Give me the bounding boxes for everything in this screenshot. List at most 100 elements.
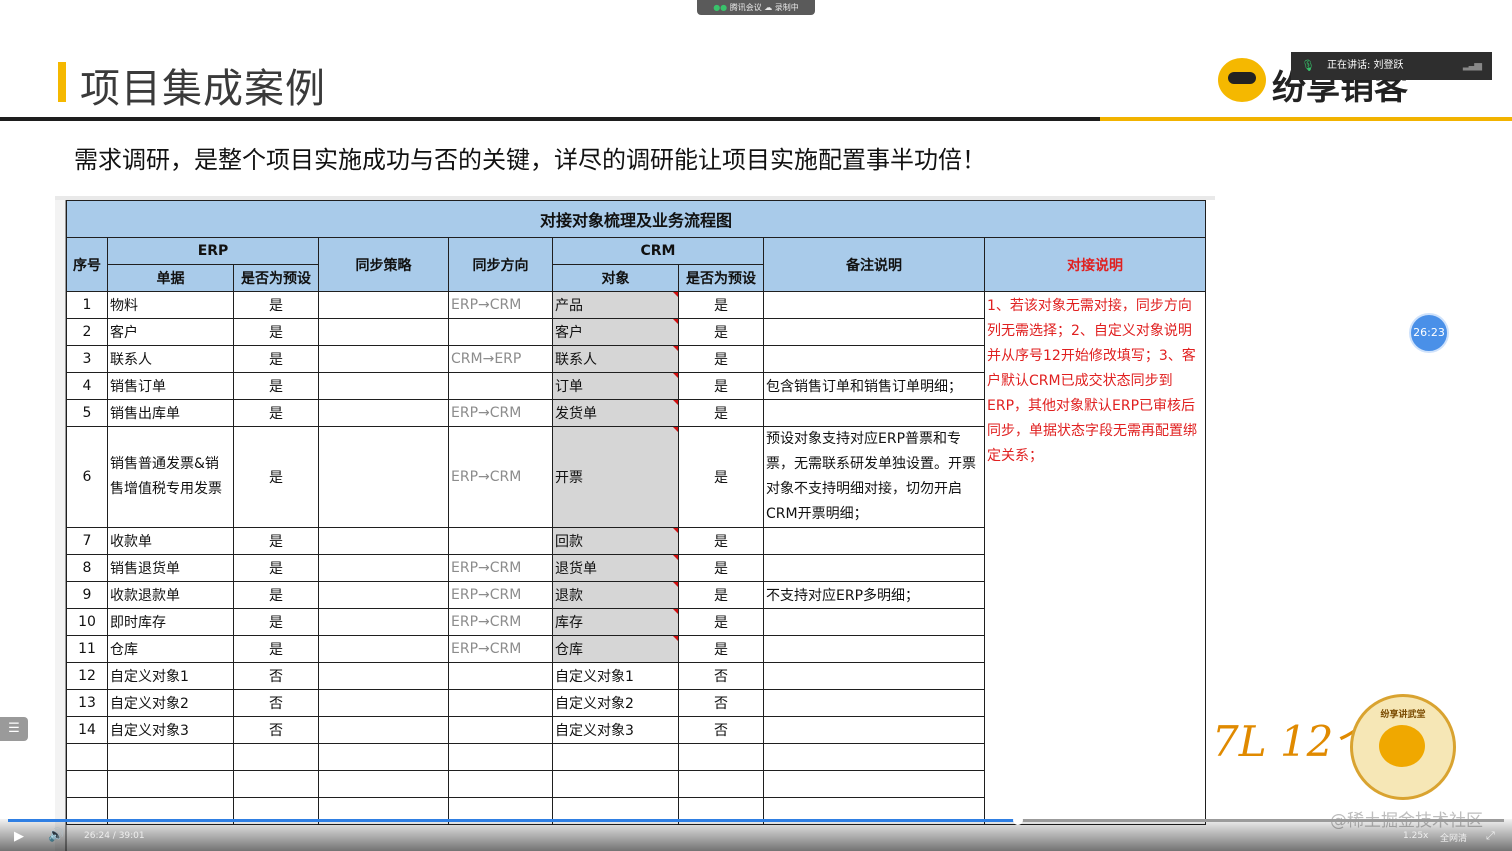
row-remark[interactable] bbox=[763, 318, 985, 346]
row-sync-strategy[interactable] bbox=[318, 345, 449, 373]
row-erp-doc[interactable]: 仓库 bbox=[107, 635, 234, 663]
row-sync-strategy[interactable] bbox=[318, 635, 449, 663]
row-erp-preset[interactable]: 是 bbox=[233, 608, 319, 636]
row-sync-strategy[interactable] bbox=[318, 527, 449, 555]
empty-cell[interactable] bbox=[318, 743, 449, 771]
row-seq[interactable]: 6 bbox=[66, 426, 108, 528]
row-sync-direction[interactable] bbox=[448, 527, 553, 555]
row-remark[interactable] bbox=[763, 399, 985, 427]
row-erp-doc[interactable]: 销售普通发票&销售增值税专用发票 bbox=[107, 426, 234, 528]
row-erp-doc[interactable]: 客户 bbox=[107, 318, 234, 346]
row-sync-direction[interactable]: ERP→CRM bbox=[448, 399, 553, 427]
row-sync-direction[interactable]: ERP→CRM bbox=[448, 581, 553, 609]
row-sync-strategy[interactable] bbox=[318, 716, 449, 744]
row-erp-preset[interactable]: 否 bbox=[233, 689, 319, 717]
row-erp-preset[interactable]: 否 bbox=[233, 662, 319, 690]
empty-cell[interactable] bbox=[678, 743, 764, 771]
row-erp-preset[interactable]: 是 bbox=[233, 372, 319, 400]
row-seq[interactable]: 5 bbox=[66, 399, 108, 427]
empty-cell[interactable] bbox=[763, 770, 985, 798]
empty-cell[interactable] bbox=[678, 770, 764, 798]
meeting-status-pill[interactable]: ●● 腾讯会议 ☁ 录制中 bbox=[697, 0, 815, 15]
progress-bar[interactable] bbox=[8, 815, 1504, 825]
row-erp-preset[interactable]: 是 bbox=[233, 581, 319, 609]
speed-button[interactable]: 1.25x bbox=[1403, 831, 1428, 841]
row-erp-preset[interactable]: 是 bbox=[233, 345, 319, 373]
row-crm-preset[interactable]: 否 bbox=[678, 689, 764, 717]
row-crm-preset[interactable]: 是 bbox=[678, 426, 764, 528]
progress-knob[interactable] bbox=[1012, 815, 1023, 825]
row-sync-direction[interactable] bbox=[448, 716, 553, 744]
empty-cell[interactable] bbox=[448, 770, 553, 798]
row-sync-strategy[interactable] bbox=[318, 554, 449, 582]
row-crm-object[interactable]: 库存 bbox=[552, 608, 679, 636]
row-erp-preset[interactable]: 是 bbox=[233, 399, 319, 427]
row-crm-object[interactable]: 联系人 bbox=[552, 345, 679, 373]
row-sync-strategy[interactable] bbox=[318, 689, 449, 717]
row-sync-direction[interactable]: ERP→CRM bbox=[448, 608, 553, 636]
row-crm-object[interactable]: 回款 bbox=[552, 527, 679, 555]
row-erp-doc[interactable]: 自定义对象3 bbox=[107, 716, 234, 744]
row-erp-doc[interactable]: 联系人 bbox=[107, 345, 234, 373]
row-sync-direction[interactable]: ERP→CRM bbox=[448, 554, 553, 582]
row-crm-object[interactable]: 自定义对象1 bbox=[552, 662, 679, 690]
row-sync-direction[interactable] bbox=[448, 372, 553, 400]
row-sync-strategy[interactable] bbox=[318, 581, 449, 609]
row-crm-object[interactable]: 产品 bbox=[552, 291, 679, 319]
row-remark[interactable]: 包含销售订单和销售订单明细； bbox=[763, 372, 985, 400]
row-erp-doc[interactable]: 收款单 bbox=[107, 527, 234, 555]
row-erp-doc[interactable]: 自定义对象2 bbox=[107, 689, 234, 717]
list-toggle-icon[interactable]: ☰ bbox=[0, 717, 28, 741]
row-crm-object[interactable]: 开票 bbox=[552, 426, 679, 528]
fullscreen-icon[interactable]: ⤢ bbox=[1486, 829, 1495, 843]
row-crm-preset[interactable]: 是 bbox=[678, 372, 764, 400]
row-sync-direction[interactable]: ERP→CRM bbox=[448, 426, 553, 528]
row-crm-object[interactable]: 退货单 bbox=[552, 554, 679, 582]
row-erp-doc[interactable]: 即时库存 bbox=[107, 608, 234, 636]
row-crm-object[interactable]: 客户 bbox=[552, 318, 679, 346]
row-remark[interactable] bbox=[763, 345, 985, 373]
row-erp-doc[interactable]: 自定义对象1 bbox=[107, 662, 234, 690]
row-seq[interactable]: 13 bbox=[66, 689, 108, 717]
row-seq[interactable]: 8 bbox=[66, 554, 108, 582]
empty-cell[interactable] bbox=[66, 743, 108, 771]
empty-cell[interactable] bbox=[66, 770, 108, 798]
row-remark[interactable] bbox=[763, 716, 985, 744]
row-remark[interactable] bbox=[763, 527, 985, 555]
volume-icon[interactable]: 🔊 bbox=[48, 828, 64, 843]
row-seq[interactable]: 14 bbox=[66, 716, 108, 744]
row-crm-preset[interactable]: 否 bbox=[678, 662, 764, 690]
row-crm-object[interactable]: 退款 bbox=[552, 581, 679, 609]
row-seq[interactable]: 1 bbox=[66, 291, 108, 319]
integration-notes[interactable]: 1、若该对象无需对接，同步方向列无需选择；2、自定义对象说明并从序号12开始修改… bbox=[984, 291, 1206, 825]
row-remark[interactable]: 预设对象支持对应ERP普票和专票，无需联系研发单独设置。开票对象不支持明细对接，… bbox=[763, 426, 985, 528]
row-remark[interactable] bbox=[763, 608, 985, 636]
row-sync-direction[interactable] bbox=[448, 662, 553, 690]
timer-badge[interactable]: 26:23 bbox=[1409, 313, 1449, 353]
row-sync-strategy[interactable] bbox=[318, 399, 449, 427]
row-seq[interactable]: 7 bbox=[66, 527, 108, 555]
row-crm-object[interactable]: 自定义对象3 bbox=[552, 716, 679, 744]
row-erp-preset[interactable]: 是 bbox=[233, 635, 319, 663]
row-sync-strategy[interactable] bbox=[318, 426, 449, 528]
row-crm-object[interactable]: 仓库 bbox=[552, 635, 679, 663]
row-seq[interactable]: 2 bbox=[66, 318, 108, 346]
row-sync-strategy[interactable] bbox=[318, 318, 449, 346]
quality-button[interactable]: 全网清 bbox=[1440, 831, 1467, 844]
row-crm-preset[interactable]: 是 bbox=[678, 345, 764, 373]
row-sync-direction[interactable] bbox=[448, 318, 553, 346]
row-erp-preset[interactable]: 是 bbox=[233, 554, 319, 582]
row-crm-preset[interactable]: 否 bbox=[678, 716, 764, 744]
row-remark[interactable] bbox=[763, 291, 985, 319]
row-crm-preset[interactable]: 是 bbox=[678, 635, 764, 663]
row-sync-direction[interactable] bbox=[448, 689, 553, 717]
row-remark[interactable] bbox=[763, 689, 985, 717]
row-crm-object[interactable]: 发货单 bbox=[552, 399, 679, 427]
row-erp-preset[interactable]: 是 bbox=[233, 318, 319, 346]
row-crm-preset[interactable]: 是 bbox=[678, 554, 764, 582]
row-crm-preset[interactable]: 是 bbox=[678, 399, 764, 427]
row-crm-preset[interactable]: 是 bbox=[678, 527, 764, 555]
row-erp-doc[interactable]: 物料 bbox=[107, 291, 234, 319]
row-seq[interactable]: 9 bbox=[66, 581, 108, 609]
play-icon[interactable]: ▶ bbox=[14, 829, 24, 844]
